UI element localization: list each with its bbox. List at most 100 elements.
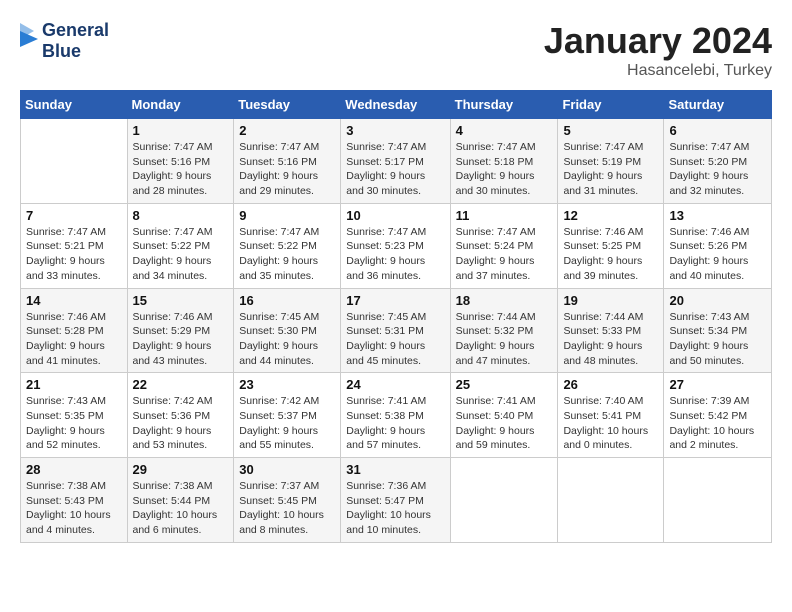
day-info: Sunrise: 7:47 AM Sunset: 5:18 PM Dayligh…: [456, 140, 553, 199]
calendar-cell: 30 Sunrise: 7:37 AM Sunset: 5:45 PM Dayl…: [234, 458, 341, 543]
sunrise-text: Sunrise: 7:44 AM: [563, 310, 658, 325]
daylight-text: Daylight: 9 hours and 29 minutes.: [239, 169, 335, 198]
location-title: Hasancelebi, Turkey: [544, 62, 772, 80]
day-number: 26: [563, 377, 658, 392]
daylight-text: Daylight: 9 hours and 57 minutes.: [346, 424, 444, 453]
daylight-text: Daylight: 10 hours and 6 minutes.: [133, 508, 229, 537]
calendar-cell: [558, 458, 664, 543]
sunrise-text: Sunrise: 7:47 AM: [346, 140, 444, 155]
logo-text-line1: General: [42, 20, 109, 41]
calendar-cell: 28 Sunrise: 7:38 AM Sunset: 5:43 PM Dayl…: [21, 458, 128, 543]
day-number: 21: [26, 377, 122, 392]
calendar-cell: 21 Sunrise: 7:43 AM Sunset: 5:35 PM Dayl…: [21, 373, 128, 458]
sunrise-text: Sunrise: 7:42 AM: [239, 394, 335, 409]
day-number: 11: [456, 208, 553, 223]
logo-text-line2: Blue: [42, 41, 109, 62]
daylight-text: Daylight: 9 hours and 37 minutes.: [456, 254, 553, 283]
calendar-cell: 11 Sunrise: 7:47 AM Sunset: 5:24 PM Dayl…: [450, 203, 558, 288]
sunset-text: Sunset: 5:34 PM: [669, 324, 766, 339]
day-info: Sunrise: 7:47 AM Sunset: 5:16 PM Dayligh…: [239, 140, 335, 199]
day-info: Sunrise: 7:47 AM Sunset: 5:16 PM Dayligh…: [133, 140, 229, 199]
daylight-text: Daylight: 10 hours and 8 minutes.: [239, 508, 335, 537]
daylight-text: Daylight: 9 hours and 55 minutes.: [239, 424, 335, 453]
day-info: Sunrise: 7:43 AM Sunset: 5:34 PM Dayligh…: [669, 310, 766, 369]
daylight-text: Daylight: 9 hours and 39 minutes.: [563, 254, 658, 283]
daylight-text: Daylight: 9 hours and 31 minutes.: [563, 169, 658, 198]
sunset-text: Sunset: 5:25 PM: [563, 239, 658, 254]
day-info: Sunrise: 7:46 AM Sunset: 5:25 PM Dayligh…: [563, 225, 658, 284]
sunset-text: Sunset: 5:31 PM: [346, 324, 444, 339]
calendar-cell: 13 Sunrise: 7:46 AM Sunset: 5:26 PM Dayl…: [664, 203, 772, 288]
sunrise-text: Sunrise: 7:45 AM: [239, 310, 335, 325]
sunset-text: Sunset: 5:36 PM: [133, 409, 229, 424]
day-number: 30: [239, 462, 335, 477]
day-number: 1: [133, 123, 229, 138]
day-number: 17: [346, 293, 444, 308]
day-info: Sunrise: 7:47 AM Sunset: 5:20 PM Dayligh…: [669, 140, 766, 199]
sunrise-text: Sunrise: 7:36 AM: [346, 479, 444, 494]
day-info: Sunrise: 7:45 AM Sunset: 5:31 PM Dayligh…: [346, 310, 444, 369]
calendar-cell: 14 Sunrise: 7:46 AM Sunset: 5:28 PM Dayl…: [21, 288, 128, 373]
day-number: 6: [669, 123, 766, 138]
day-number: 3: [346, 123, 444, 138]
day-number: 20: [669, 293, 766, 308]
weekday-header-thursday: Thursday: [450, 91, 558, 119]
day-number: 14: [26, 293, 122, 308]
calendar-cell: 12 Sunrise: 7:46 AM Sunset: 5:25 PM Dayl…: [558, 203, 664, 288]
sunrise-text: Sunrise: 7:47 AM: [563, 140, 658, 155]
sunset-text: Sunset: 5:17 PM: [346, 155, 444, 170]
calendar-cell: 4 Sunrise: 7:47 AM Sunset: 5:18 PM Dayli…: [450, 119, 558, 204]
calendar-cell: 19 Sunrise: 7:44 AM Sunset: 5:33 PM Dayl…: [558, 288, 664, 373]
page-header: General Blue January 2024 Hasancelebi, T…: [20, 20, 772, 80]
day-info: Sunrise: 7:42 AM Sunset: 5:37 PM Dayligh…: [239, 394, 335, 453]
daylight-text: Daylight: 9 hours and 36 minutes.: [346, 254, 444, 283]
day-info: Sunrise: 7:39 AM Sunset: 5:42 PM Dayligh…: [669, 394, 766, 453]
sunset-text: Sunset: 5:41 PM: [563, 409, 658, 424]
day-info: Sunrise: 7:47 AM Sunset: 5:24 PM Dayligh…: [456, 225, 553, 284]
calendar-cell: 7 Sunrise: 7:47 AM Sunset: 5:21 PM Dayli…: [21, 203, 128, 288]
day-info: Sunrise: 7:47 AM Sunset: 5:22 PM Dayligh…: [133, 225, 229, 284]
sunset-text: Sunset: 5:22 PM: [133, 239, 229, 254]
sunset-text: Sunset: 5:47 PM: [346, 494, 444, 509]
sunrise-text: Sunrise: 7:40 AM: [563, 394, 658, 409]
day-number: 19: [563, 293, 658, 308]
calendar-cell: 5 Sunrise: 7:47 AM Sunset: 5:19 PM Dayli…: [558, 119, 664, 204]
logo: General Blue: [20, 20, 109, 61]
daylight-text: Daylight: 9 hours and 43 minutes.: [133, 339, 229, 368]
weekday-header-monday: Monday: [127, 91, 234, 119]
daylight-text: Daylight: 9 hours and 48 minutes.: [563, 339, 658, 368]
sunset-text: Sunset: 5:40 PM: [456, 409, 553, 424]
day-number: 16: [239, 293, 335, 308]
sunrise-text: Sunrise: 7:46 AM: [26, 310, 122, 325]
day-number: 27: [669, 377, 766, 392]
daylight-text: Daylight: 9 hours and 44 minutes.: [239, 339, 335, 368]
sunrise-text: Sunrise: 7:38 AM: [133, 479, 229, 494]
calendar-cell: [21, 119, 128, 204]
day-number: 25: [456, 377, 553, 392]
daylight-text: Daylight: 9 hours and 59 minutes.: [456, 424, 553, 453]
daylight-text: Daylight: 10 hours and 2 minutes.: [669, 424, 766, 453]
month-title: January 2024: [544, 20, 772, 62]
sunset-text: Sunset: 5:29 PM: [133, 324, 229, 339]
daylight-text: Daylight: 10 hours and 4 minutes.: [26, 508, 122, 537]
sunset-text: Sunset: 5:32 PM: [456, 324, 553, 339]
weekday-header-wednesday: Wednesday: [341, 91, 450, 119]
sunset-text: Sunset: 5:42 PM: [669, 409, 766, 424]
day-number: 29: [133, 462, 229, 477]
sunrise-text: Sunrise: 7:43 AM: [26, 394, 122, 409]
sunset-text: Sunset: 5:22 PM: [239, 239, 335, 254]
sunset-text: Sunset: 5:16 PM: [239, 155, 335, 170]
day-number: 8: [133, 208, 229, 223]
day-info: Sunrise: 7:47 AM Sunset: 5:21 PM Dayligh…: [26, 225, 122, 284]
sunrise-text: Sunrise: 7:47 AM: [133, 225, 229, 240]
day-number: 15: [133, 293, 229, 308]
calendar-cell: 18 Sunrise: 7:44 AM Sunset: 5:32 PM Dayl…: [450, 288, 558, 373]
calendar-week-row: 7 Sunrise: 7:47 AM Sunset: 5:21 PM Dayli…: [21, 203, 772, 288]
calendar-cell: 8 Sunrise: 7:47 AM Sunset: 5:22 PM Dayli…: [127, 203, 234, 288]
sunrise-text: Sunrise: 7:38 AM: [26, 479, 122, 494]
calendar-cell: 25 Sunrise: 7:41 AM Sunset: 5:40 PM Dayl…: [450, 373, 558, 458]
calendar-cell: [664, 458, 772, 543]
calendar-cell: 29 Sunrise: 7:38 AM Sunset: 5:44 PM Dayl…: [127, 458, 234, 543]
daylight-text: Daylight: 9 hours and 50 minutes.: [669, 339, 766, 368]
sunrise-text: Sunrise: 7:37 AM: [239, 479, 335, 494]
